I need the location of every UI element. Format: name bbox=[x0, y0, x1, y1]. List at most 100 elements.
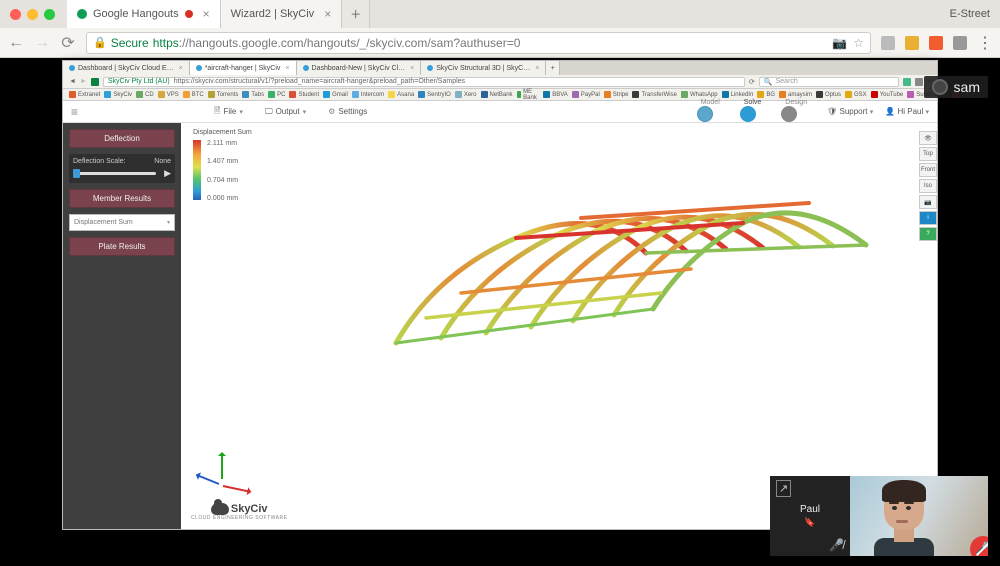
maximize-window-button[interactable] bbox=[44, 9, 55, 20]
bookmark[interactable]: Torrents bbox=[208, 91, 239, 98]
bookmark[interactable]: PayPal bbox=[572, 91, 600, 98]
extension-icon[interactable] bbox=[881, 36, 895, 50]
screenshare-icon[interactable]: ↗ bbox=[776, 480, 791, 497]
back-button[interactable]: ← bbox=[8, 34, 24, 52]
scale-slider[interactable] bbox=[73, 172, 156, 175]
bookmark[interactable]: NetBank bbox=[481, 91, 513, 98]
bookmark[interactable]: PC bbox=[268, 91, 285, 98]
extension-icon[interactable] bbox=[953, 36, 967, 50]
chrome-menu-icon[interactable]: ⋮ bbox=[977, 33, 992, 53]
slider-thumb[interactable] bbox=[73, 169, 80, 178]
chevron-down-icon: ▾ bbox=[167, 219, 170, 226]
y-axis-icon bbox=[221, 453, 223, 479]
address-bar[interactable]: 🔒 Secure https ://hangouts.google.com/ha… bbox=[86, 32, 871, 54]
extension-icon[interactable] bbox=[929, 36, 943, 50]
close-window-button[interactable] bbox=[10, 9, 21, 20]
legend-mid2: 0.704 mm bbox=[207, 177, 238, 184]
bookmark[interactable]: TransferWise bbox=[632, 91, 676, 98]
reload-button[interactable]: ⟳ bbox=[60, 33, 76, 53]
close-tab-icon[interactable]: × bbox=[324, 7, 331, 21]
mute-mic-button[interactable]: 🎤 bbox=[970, 536, 988, 556]
close-tab-icon[interactable]: × bbox=[410, 65, 414, 72]
scale-label: Deflection Scale: bbox=[73, 158, 126, 165]
close-tab-icon[interactable]: × bbox=[535, 65, 539, 72]
play-animation-button[interactable]: ▶ bbox=[164, 168, 171, 179]
bookmark[interactable]: Gmail bbox=[323, 91, 348, 98]
bookmark[interactable]: BBVA bbox=[543, 91, 568, 98]
download-icon[interactable] bbox=[903, 78, 911, 86]
top-view-button[interactable]: Top bbox=[919, 147, 937, 161]
bookmark-star-icon[interactable]: ☆ bbox=[853, 36, 864, 50]
favicon-icon bbox=[69, 65, 75, 71]
structure-render bbox=[341, 143, 901, 483]
close-tab-icon[interactable]: × bbox=[179, 65, 183, 72]
bookmark[interactable]: Asana bbox=[388, 91, 414, 98]
output-menu[interactable]: 🖵 Output ▾ bbox=[265, 105, 306, 119]
bookmark[interactable]: Extranet bbox=[69, 91, 100, 98]
bookmark[interactable]: ME Bank bbox=[517, 89, 540, 101]
mic-muted-icon[interactable]: 🎤̸ bbox=[829, 538, 844, 552]
member-results-button[interactable]: Member Results bbox=[69, 189, 175, 208]
bookmark[interactable]: Xero bbox=[455, 91, 477, 98]
bookmark[interactable]: Student bbox=[289, 91, 319, 98]
deflection-button[interactable]: Deflection bbox=[69, 129, 175, 148]
inner-tab[interactable]: Dashboard-New | SkyCiv Cl…× bbox=[297, 61, 422, 75]
dropdown-value: Displacement Sum bbox=[74, 219, 133, 226]
cert-label: SkyCiv Pty Ltd (AU) bbox=[108, 78, 170, 85]
bookmark[interactable]: Stripe bbox=[604, 91, 629, 98]
home-icon[interactable] bbox=[915, 78, 923, 86]
browser-tab-hangouts[interactable]: Google Hangouts × bbox=[67, 0, 221, 28]
reload-icon[interactable]: ⟳ bbox=[749, 78, 755, 86]
thumb-name: Paul bbox=[800, 504, 820, 515]
info-button[interactable]: i bbox=[919, 211, 937, 225]
recording-icon bbox=[185, 10, 193, 18]
bookmark[interactable]: CD bbox=[136, 91, 154, 98]
chrome-toolbar: ← → ⟳ 🔒 Secure https ://hangouts.google.… bbox=[0, 28, 1000, 58]
bookmark[interactable]: Intercom bbox=[352, 91, 384, 98]
minimize-window-button[interactable] bbox=[27, 9, 38, 20]
result-type-dropdown[interactable]: Displacement Sum ▾ bbox=[69, 214, 175, 231]
hangouts-thumbnail-strip: ↗ Paul 🔖 🎤̸ 🎤 bbox=[770, 476, 988, 556]
mac-menu-right[interactable]: E-Street bbox=[950, 8, 990, 20]
hangouts-participant-pip[interactable]: sam bbox=[924, 76, 988, 98]
inner-new-tab-button[interactable]: + bbox=[546, 61, 560, 75]
close-tab-icon[interactable]: × bbox=[203, 7, 210, 21]
hangouts-thumb-video[interactable]: 🎤 bbox=[850, 476, 988, 556]
forward-button[interactable]: → bbox=[34, 34, 50, 52]
bookmark[interactable]: Tabs bbox=[242, 91, 264, 98]
bookmark[interactable]: BTC bbox=[183, 91, 204, 98]
model-viewport[interactable]: Displacement Sum 2.111 mm 1.407 mm 0.704… bbox=[181, 123, 937, 529]
extension-icon[interactable] bbox=[905, 36, 919, 50]
forward-button[interactable]: ► bbox=[80, 78, 87, 85]
file-menu[interactable]: 🗎 File ▾ bbox=[214, 105, 243, 119]
inner-tab[interactable]: SkyCiv Structural 3D | SkyC…× bbox=[421, 61, 546, 75]
user-menu[interactable]: 👤 Hi Paul ▾ bbox=[885, 107, 929, 116]
browser-tab-wizard[interactable]: Wizard2 | SkyCiv × bbox=[221, 0, 343, 28]
hangouts-thumb-self[interactable]: ↗ Paul 🔖 🎤̸ bbox=[770, 476, 850, 556]
front-view-button[interactable]: Front bbox=[919, 163, 937, 177]
mac-tab-bar: Google Hangouts × Wizard2 | SkyCiv × ＋ E… bbox=[0, 0, 1000, 28]
tab-title: Wizard2 | SkyCiv bbox=[231, 8, 315, 20]
camera-icon[interactable]: 📷 bbox=[832, 36, 847, 50]
close-tab-icon[interactable]: × bbox=[285, 65, 289, 72]
inner-search-box[interactable]: 🔍 Search bbox=[759, 77, 899, 87]
iso-view-button[interactable]: Iso bbox=[919, 179, 937, 193]
plate-results-button[interactable]: Plate Results bbox=[69, 237, 175, 256]
hamburger-icon[interactable]: ≡ bbox=[71, 105, 78, 119]
back-button[interactable]: ◄ bbox=[69, 78, 76, 85]
new-tab-button[interactable]: ＋ bbox=[342, 0, 370, 28]
screenshot-button[interactable]: 📷 bbox=[919, 195, 937, 209]
participant-name: sam bbox=[954, 79, 980, 95]
visibility-toggle[interactable]: 👁 bbox=[919, 131, 937, 145]
shared-screen-window: Dashboard | SkyCiv Cloud E…× *aircraft-h… bbox=[62, 60, 938, 530]
bookmark[interactable]: SentryIO bbox=[418, 91, 451, 98]
logo-text: SkyCiv bbox=[231, 503, 268, 515]
settings-menu[interactable]: ⚙ Settings bbox=[328, 105, 367, 119]
support-menu[interactable]: 🛡 Support ▾ bbox=[827, 107, 873, 116]
bookmark[interactable]: SkyCiv bbox=[104, 91, 132, 98]
bookmark[interactable]: VPS bbox=[158, 91, 179, 98]
inner-address-bar[interactable]: SkyCiv Pty Ltd (AU) https://skyciv.com/s… bbox=[103, 77, 745, 87]
help-button[interactable]: ? bbox=[919, 227, 937, 241]
inner-tab-active[interactable]: *aircraft-hanger | SkyCiv× bbox=[190, 61, 297, 75]
inner-tab[interactable]: Dashboard | SkyCiv Cloud E…× bbox=[63, 61, 190, 75]
